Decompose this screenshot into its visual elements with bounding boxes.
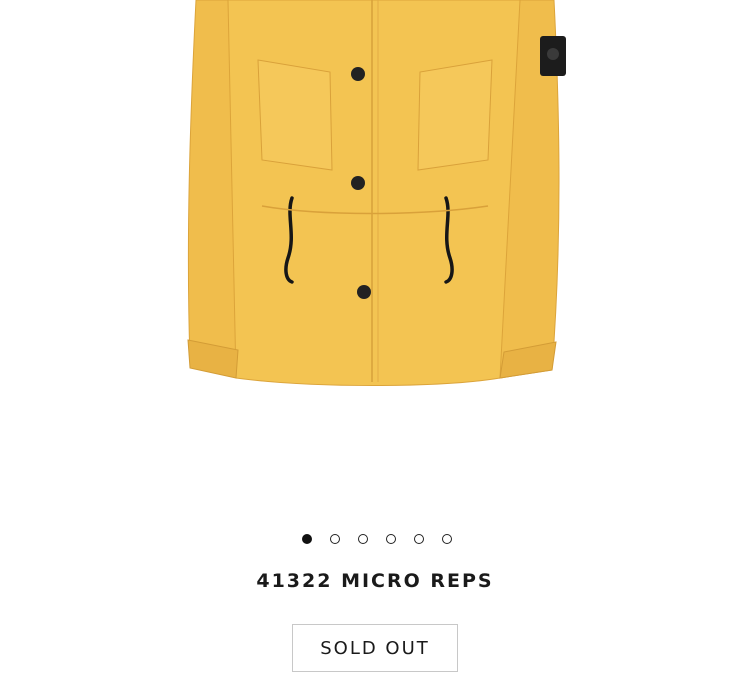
jacket-button — [351, 176, 365, 190]
product-title: 41322 MICRO REPS — [256, 570, 494, 592]
jacket-button — [351, 67, 365, 81]
carousel-dot[interactable] — [386, 534, 396, 544]
product-image — [0, 0, 750, 500]
carousel-dot[interactable] — [330, 534, 340, 544]
jacket-body — [227, 0, 521, 386]
carousel-dot[interactable] — [358, 534, 368, 544]
carousel-dot[interactable] — [302, 534, 312, 544]
carousel-dot[interactable] — [442, 534, 452, 544]
jacket-button — [357, 285, 371, 299]
sold-out-button[interactable]: SOLD OUT — [292, 624, 458, 672]
carousel-pagination — [2, 534, 750, 544]
carousel-dot[interactable] — [414, 534, 424, 544]
